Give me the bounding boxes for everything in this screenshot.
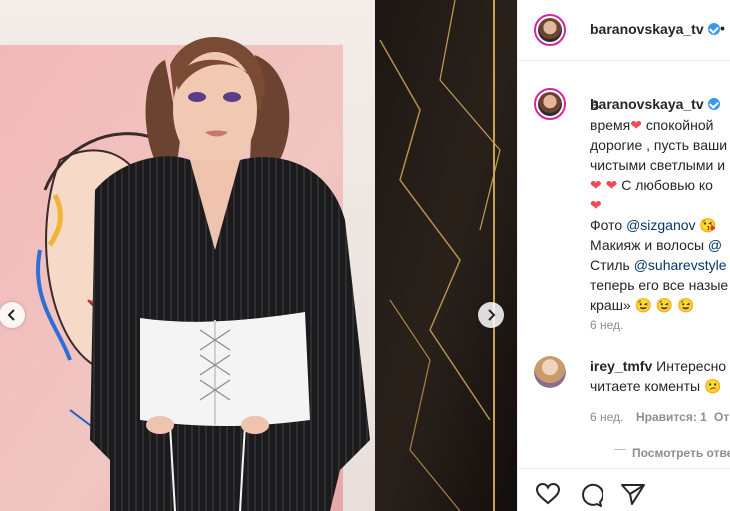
- caption-text: теперь его все назые: [590, 277, 729, 293]
- comment-text-line2: читаете коменты 😕: [590, 378, 722, 394]
- caption-text: дорогие , пусть ваши: [590, 137, 728, 153]
- caption-text: спокойной: [641, 117, 714, 133]
- view-replies-line: [614, 449, 626, 450]
- caption-line: время❤ спокойной: [590, 115, 730, 135]
- prev-photo-button[interactable]: [0, 302, 25, 328]
- caption-timestamp[interactable]: 6 нед.: [590, 318, 623, 332]
- caption-text: чистыми светлыми и: [590, 157, 726, 173]
- commenter-username[interactable]: irey_tmfv: [590, 358, 652, 374]
- caption-line: Макияж и волосы @: [590, 235, 730, 255]
- caption-line: чистыми светлыми и: [590, 155, 730, 175]
- heart-emoji: ❤: [630, 117, 642, 133]
- view-replies-button[interactable]: Посмотреть отве: [632, 446, 730, 460]
- chevron-right-icon: [488, 309, 496, 321]
- caption-line: Стиль @suharevstyle: [590, 255, 730, 275]
- comment-bubble-icon[interactable]: [579, 483, 603, 507]
- heart-emoji: ❤ ❤: [590, 177, 618, 193]
- caption-text: 😘: [695, 217, 717, 233]
- caption-line: краш» 😉 😉 😉: [590, 295, 730, 315]
- caption-line: Фото @sizganov 😘: [590, 215, 730, 235]
- mention-link[interactable]: @: [708, 237, 722, 253]
- comment-timestamp[interactable]: 6 нед.: [590, 410, 623, 424]
- caption-text: краш» 😉 😉 😉: [590, 297, 695, 313]
- author-avatar[interactable]: [534, 14, 566, 46]
- next-photo-button[interactable]: [478, 302, 504, 328]
- post-photo[interactable]: [0, 0, 517, 511]
- chevron-left-icon: [7, 309, 15, 321]
- caption-text: Фото: [590, 217, 627, 233]
- post-caption: Ввремя❤ спокойной дорогие , пусть ваши чис…: [590, 95, 730, 315]
- verified-badge-icon: [707, 23, 720, 36]
- heart-outline-icon[interactable]: [536, 483, 560, 505]
- caption-text: С любовью ко: [617, 177, 713, 193]
- caption-text: В: [590, 97, 600, 113]
- post-side-panel: baranovskaya_tv • baranovskaya_tv Ввремя…: [517, 0, 730, 511]
- caption-line: теперь его все назые: [590, 275, 730, 295]
- comment-item: irey_tmfv Интересно читаете коменты 😕: [590, 356, 726, 396]
- follow-dot: •: [720, 20, 725, 36]
- caption-text: время: [590, 117, 631, 133]
- action-bar: [518, 468, 730, 511]
- caption-text: Стиль: [590, 257, 634, 273]
- comment-reply-button[interactable]: От: [714, 410, 729, 424]
- comment-likes[interactable]: Нравится: 1: [636, 410, 707, 424]
- caption-line: В: [590, 95, 730, 115]
- caption-line: дорогие , пусть ваши: [590, 135, 730, 155]
- caption-line: ❤: [590, 195, 730, 215]
- commenter-avatar[interactable]: [534, 356, 566, 388]
- mention-link[interactable]: @suharevstyle: [634, 257, 727, 273]
- mention-link[interactable]: @sizganov: [626, 217, 695, 233]
- caption-line: ❤ ❤ С любовью ко: [590, 175, 730, 195]
- heart-emoji: ❤: [590, 197, 602, 213]
- post-header: baranovskaya_tv •: [518, 0, 730, 61]
- author-username[interactable]: baranovskaya_tv: [590, 21, 720, 37]
- caption-avatar[interactable]: [534, 88, 566, 120]
- caption-text: Макияж и волосы: [590, 237, 708, 253]
- paper-plane-icon[interactable]: [621, 483, 645, 505]
- comment-text: Интересно: [656, 358, 727, 374]
